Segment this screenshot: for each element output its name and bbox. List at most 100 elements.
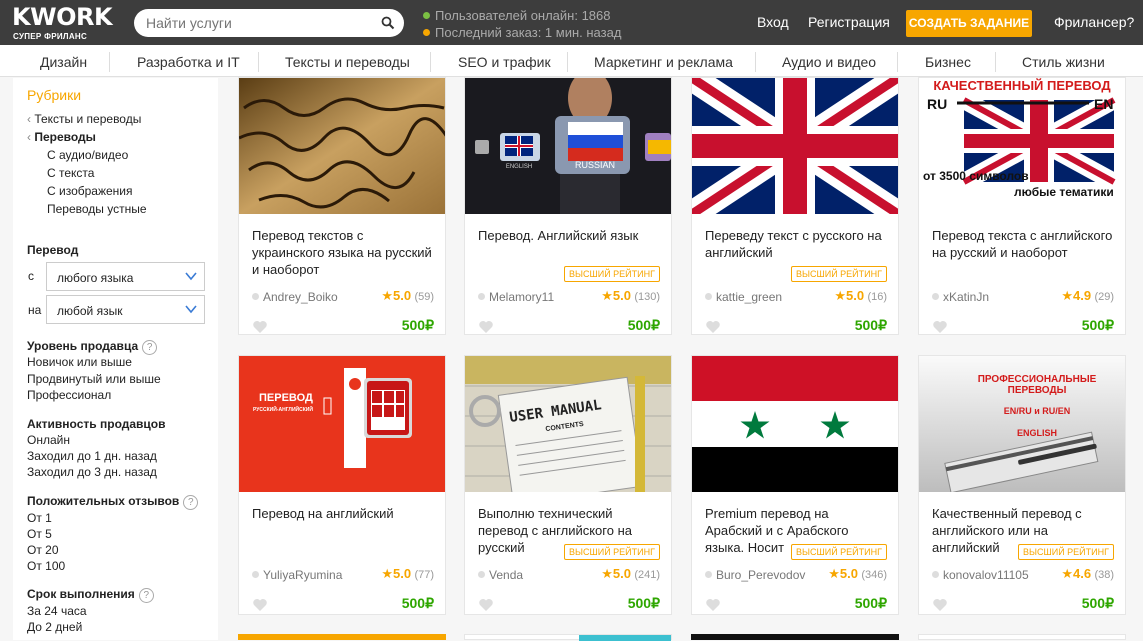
image-label-translation: ПЕРЕВОД: [259, 392, 313, 404]
register-link[interactable]: Регистрация: [808, 14, 890, 30]
card-rating: ★5.0 (130): [601, 288, 660, 303]
card-price: 500₽: [854, 595, 887, 611]
nav-design[interactable]: Дизайн: [40, 54, 87, 70]
kwork-card[interactable]: Переведу текст с русского на английский …: [691, 77, 899, 335]
card-title[interactable]: Перевод текста с английского на русский …: [932, 227, 1116, 261]
last-order: Последний заказ: 1 мин. назад: [435, 25, 622, 40]
seller-name[interactable]: kattie_green: [705, 290, 782, 304]
card-title[interactable]: Перевод. Английский язык: [478, 227, 662, 244]
star-icon: ★: [381, 566, 394, 581]
heart-icon[interactable]: [252, 598, 268, 612]
reviews-5[interactable]: От 5: [27, 527, 52, 541]
card-image-uk-flag[interactable]: [692, 78, 898, 214]
sub-text[interactable]: С текста: [47, 166, 94, 180]
reviews-1[interactable]: От 1: [27, 511, 52, 525]
seller-name[interactable]: konovalov11105: [932, 568, 1029, 582]
seller-name[interactable]: YuliyaRyumina: [252, 568, 342, 582]
level-advanced[interactable]: Продвинутый или выше: [27, 372, 161, 386]
card-image-user-manual[interactable]: USER MANUAL CONTENTS: [465, 356, 671, 492]
seller-level-title: Уровень продавца?: [27, 339, 158, 355]
sub-oral[interactable]: Переводы устные: [47, 202, 147, 216]
kwork-card[interactable]: Premium перевод на Арабский и с Арабског…: [691, 355, 899, 615]
card-image-quality-translation[interactable]: КАЧЕСТВЕННЫЙ ПЕРЕВОД RU EN от 3500 симво…: [919, 78, 1125, 214]
heart-icon[interactable]: [705, 598, 721, 612]
sidebar-title: Рубрики: [27, 87, 82, 103]
card-title[interactable]: Перевод текстов с украинского языка на р…: [252, 227, 436, 278]
card-price: 500₽: [627, 595, 660, 611]
heart-icon[interactable]: [478, 598, 494, 612]
heart-icon[interactable]: [932, 320, 948, 334]
next-card-peek[interactable]: [691, 634, 899, 640]
nav-texts[interactable]: Тексты и переводы: [285, 54, 410, 70]
activity-title: Активность продавцов: [27, 417, 166, 431]
create-task-button[interactable]: СОЗДАТЬ ЗАДАНИЕ: [906, 10, 1032, 37]
next-card-peek[interactable]: [918, 634, 1126, 640]
next-card-peek[interactable]: [464, 634, 672, 641]
seller-name[interactable]: Buro_Perevodov: [705, 568, 805, 582]
kwork-card[interactable]: RUSSIAN ENGLISH Перевод. Английский язык…: [464, 77, 672, 335]
deadline-2days[interactable]: До 2 дней: [27, 620, 82, 634]
top-rating-badge: ВЫСШИЙ РЕЙТИНГ: [791, 266, 887, 282]
activity-1day[interactable]: Заходил до 1 дн. назад: [27, 449, 157, 463]
heart-icon[interactable]: [252, 320, 268, 334]
login-link[interactable]: Вход: [757, 14, 789, 30]
reviews-100[interactable]: От 100: [27, 559, 65, 573]
kwork-card[interactable]: USER MANUAL CONTENTS Выполню технический…: [464, 355, 672, 615]
sub-audio-video[interactable]: С аудио/видео: [47, 148, 128, 162]
logo-subtitle: СУПЕР ФРИЛАНС: [13, 32, 88, 41]
help-icon[interactable]: ?: [138, 588, 154, 603]
level-novice[interactable]: Новичок или выше: [27, 355, 132, 369]
top-rating-badge: ВЫСШИЙ РЕЙТИНГ: [564, 266, 660, 282]
activity-online[interactable]: Онлайн: [27, 433, 70, 447]
seller-name[interactable]: Andrey_Boiko: [252, 290, 338, 304]
crumb-translations[interactable]: ‹ Переводы: [27, 130, 96, 144]
nav-seo[interactable]: SEO и трафик: [458, 54, 551, 70]
card-image-flags[interactable]: RUSSIAN ENGLISH: [465, 78, 671, 214]
kwork-card[interactable]: ПЕРЕВОД РУССКИЙ-АНГЛИЙСКИЙ Перевод на ан…: [238, 355, 446, 615]
card-image-syria-flag[interactable]: [692, 356, 898, 492]
crumb-texts[interactable]: ‹ Тексты и переводы: [27, 112, 141, 126]
search-box[interactable]: [134, 9, 404, 37]
card-title[interactable]: Перевод на английский: [252, 505, 436, 522]
kwork-logo[interactable]: KWORK: [12, 5, 113, 29]
kwork-card[interactable]: ПРОФЕССИОНАЛЬНЫЕ ПЕРЕВОДЫ EN/RU и RU/EN …: [918, 355, 1126, 615]
freelancer-link[interactable]: Фрилансер?: [1054, 14, 1134, 30]
heart-icon[interactable]: [478, 320, 494, 334]
nav-audio-video[interactable]: Аудио и видео: [782, 54, 876, 70]
card-image-professional-translation[interactable]: ПРОФЕССИОНАЛЬНЫЕ ПЕРЕВОДЫ EN/RU и RU/EN …: [919, 356, 1125, 492]
top-rating-badge: ВЫСШИЙ РЕЙТИНГ: [791, 544, 887, 560]
nav-marketing[interactable]: Маркетинг и реклама: [594, 54, 733, 70]
sub-image[interactable]: С изображения: [47, 184, 133, 198]
seller-name[interactable]: xKatinJn: [932, 290, 989, 304]
nav-development[interactable]: Разработка и IT: [137, 54, 240, 70]
nav-business[interactable]: Бизнес: [925, 54, 971, 70]
card-image-london-translation[interactable]: ПЕРЕВОД РУССКИЙ-АНГЛИЙСКИЙ: [239, 356, 445, 492]
image-label-en-ru: EN/RU и RU/EN: [1004, 406, 1071, 416]
seller-name[interactable]: Melamory11: [478, 290, 554, 304]
help-icon[interactable]: ?: [183, 495, 199, 510]
image-label-english: ENGLISH: [506, 164, 532, 170]
search-input[interactable]: [146, 15, 376, 31]
from-language-select[interactable]: любого языка: [46, 262, 205, 291]
card-image-handwriting[interactable]: [239, 78, 445, 214]
online-dot-icon: [423, 12, 430, 19]
card-title[interactable]: Переведу текст с русского на английский: [705, 227, 889, 261]
kwork-card[interactable]: КАЧЕСТВЕННЫЙ ПЕРЕВОД RU EN от 3500 симво…: [918, 77, 1126, 335]
reviews-20[interactable]: От 20: [27, 543, 59, 557]
nav-divider: [567, 52, 568, 72]
activity-3days[interactable]: Заходил до 3 дн. назад: [27, 465, 157, 479]
help-icon[interactable]: ?: [142, 340, 158, 355]
search-icon[interactable]: [381, 16, 395, 30]
card-price: 500₽: [401, 595, 434, 611]
heart-icon[interactable]: [932, 598, 948, 612]
nav-lifestyle[interactable]: Стиль жизни: [1022, 54, 1105, 70]
to-language-select[interactable]: любой язык: [46, 295, 205, 324]
kwork-card[interactable]: Перевод текстов с украинского языка на р…: [238, 77, 446, 335]
deadline-24h[interactable]: За 24 часа: [27, 604, 87, 618]
level-pro[interactable]: Профессионал: [27, 388, 111, 402]
next-card-peek[interactable]: [238, 634, 446, 640]
image-label-english: ENGLISH: [1017, 428, 1057, 438]
seller-name[interactable]: Venda: [478, 568, 523, 582]
star-icon: ★: [1061, 288, 1074, 303]
heart-icon[interactable]: [705, 320, 721, 334]
